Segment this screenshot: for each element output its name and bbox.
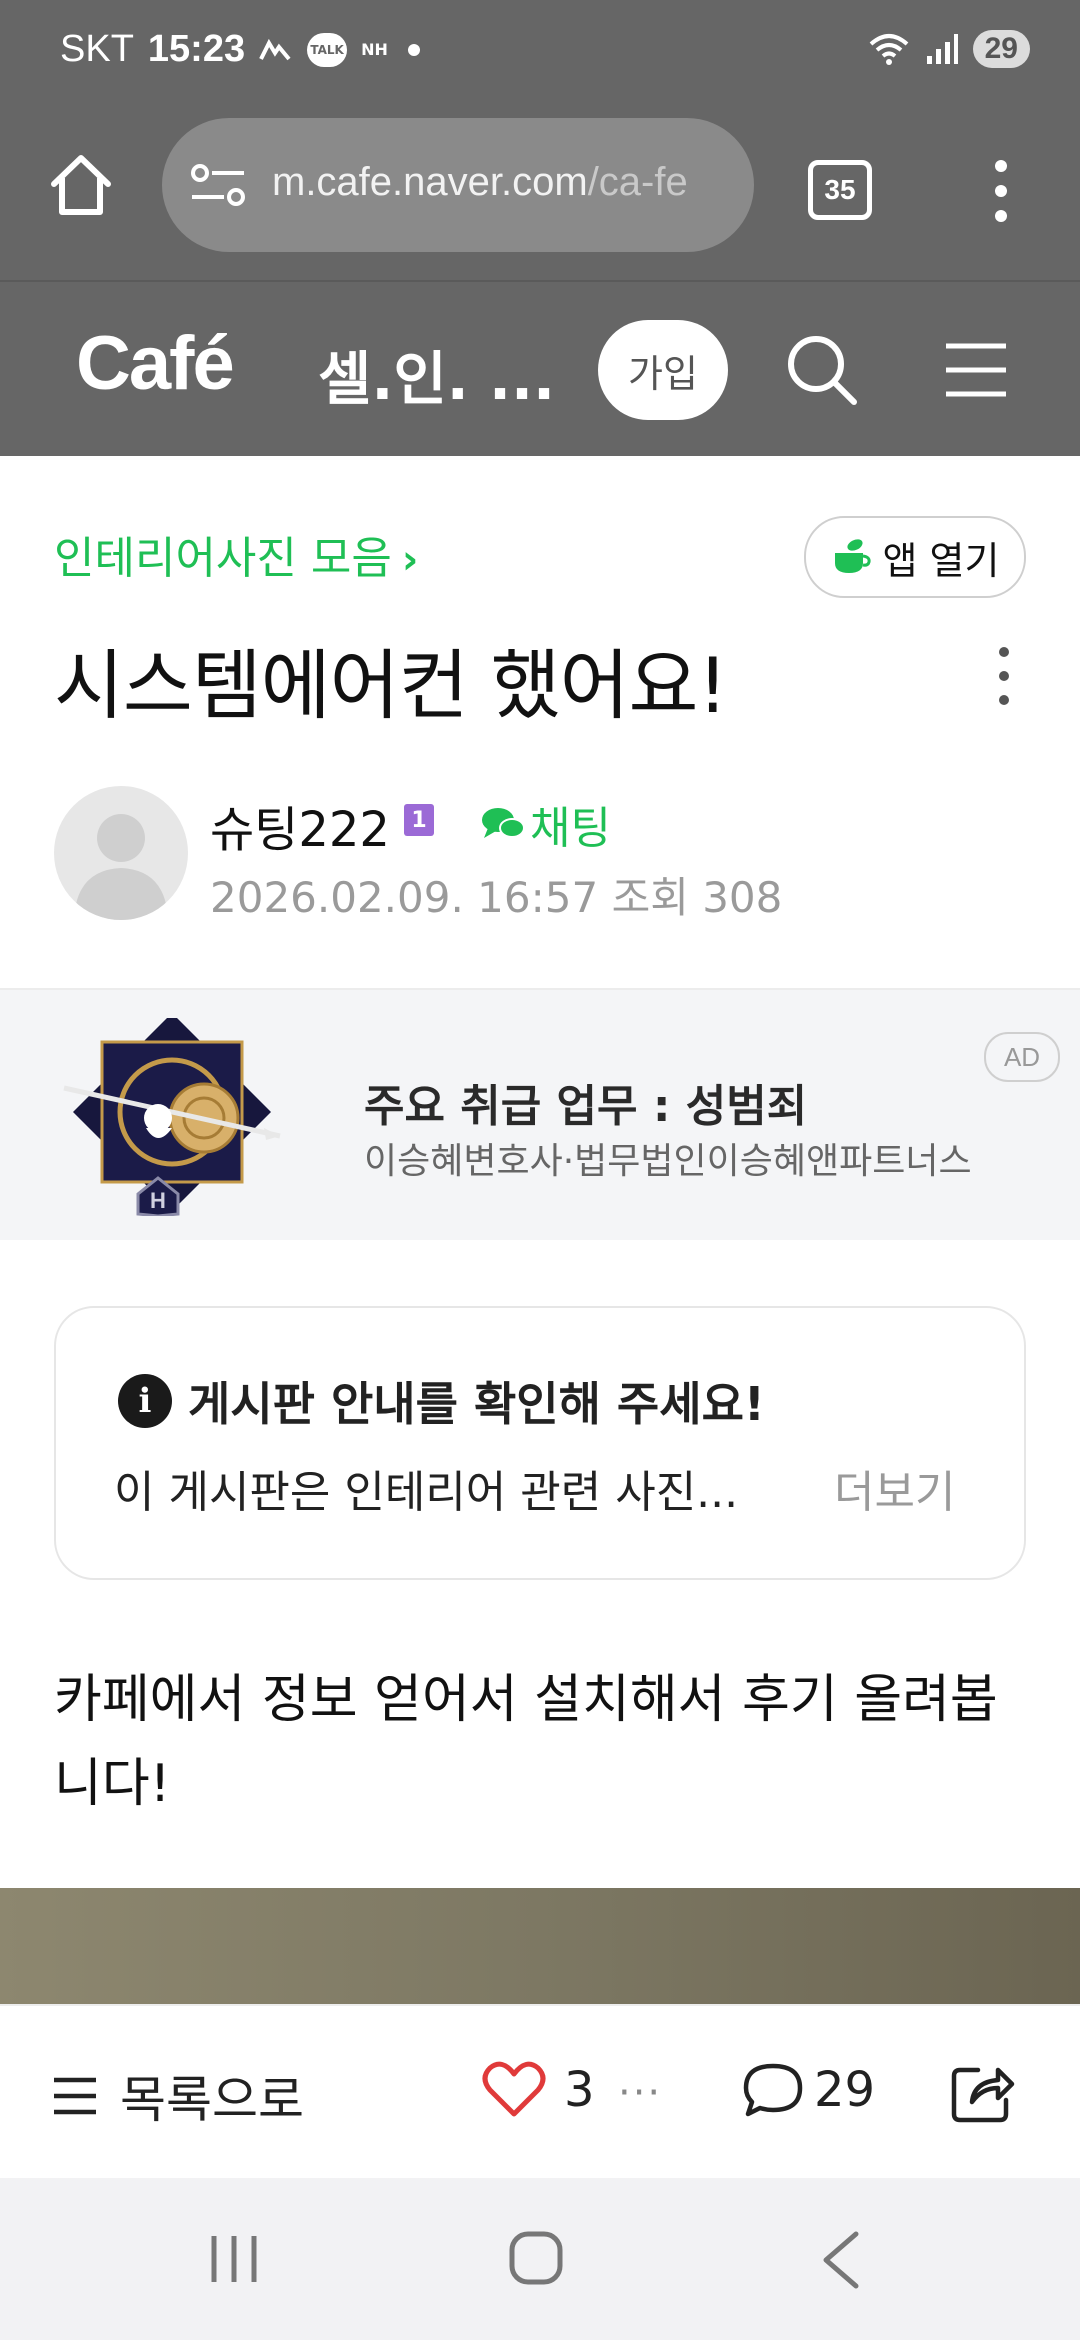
notice-more-link[interactable]: 더보기 (834, 1456, 955, 1520)
wifi-icon (869, 34, 908, 65)
nav-back-icon[interactable] (818, 2230, 862, 2290)
comment-count: 29 (814, 2062, 876, 2118)
notice-text: 이 게시판은 인테리어 관련 사진... (114, 1467, 739, 1518)
chat-label: 채팅 (530, 803, 611, 854)
default-profile-icon (74, 814, 168, 920)
more-vertical-icon[interactable] (986, 156, 1016, 226)
hamburger-menu-icon[interactable] (944, 338, 1008, 402)
carrier-label: SKT (60, 28, 134, 70)
app-open-button[interactable]: 앱 열기 (804, 516, 1026, 598)
like-more-button[interactable]: ··· (618, 2070, 662, 2116)
url-text[interactable]: m.cafe.naver.com/ca-fe (272, 160, 732, 205)
address-bar[interactable]: m.cafe.naver.com/ca-fe (162, 118, 754, 252)
cup-icon (834, 539, 871, 573)
ad-subtitle: 이승혜변호사·법무법인이승혜앤파트너스 (364, 1141, 972, 1182)
kakaotalk-icon: TALK (307, 32, 348, 67)
like-button[interactable]: 3 (482, 2060, 595, 2120)
nav-recent-icon[interactable] (206, 2232, 262, 2286)
post-title: 시스템에어컨 했어요! (54, 641, 728, 730)
tabs-icon[interactable]: 35 (808, 160, 872, 220)
nh-bank-icon: NH (361, 39, 388, 59)
ad-title: 주요 취급 업무 : 성범죄 (364, 1081, 808, 1132)
back-to-list-button[interactable]: 목록으로 (52, 2060, 304, 2132)
post-body: 카페에서 정보 얻어서 설치해서 후기 올려봅 니다! (54, 1658, 1034, 1826)
post-meta: 2026.02.09. 16:57 조회 308 (210, 873, 783, 922)
post-body-line: 카페에서 정보 얻어서 설치해서 후기 올려봅 (54, 1670, 998, 1730)
ad-badge: AD (984, 1032, 1060, 1082)
url-host: m.cafe.naver.com (272, 160, 588, 204)
list-label: 목록으로 (120, 2071, 304, 2129)
ad-banner[interactable]: H 주요 취급 업무 : 성범죄 이승혜변호사·법무법인이승혜앤파트너스 AD (0, 988, 1080, 1240)
share-icon[interactable] (950, 2060, 1016, 2124)
heart-icon (482, 2061, 546, 2117)
board-notice-card[interactable]: i 게시판 안내를 확인해 주세요! 이 게시판은 인테리어 관련 사진... … (54, 1306, 1026, 1580)
url-path: /ca-fe (587, 160, 688, 204)
notification-app-icon (259, 37, 293, 63)
home-icon[interactable] (46, 150, 116, 220)
board-link[interactable]: 인테리어사진 모음 › (54, 522, 418, 586)
notice-title: 게시판 안내를 확인해 주세요! (188, 1377, 765, 1431)
chat-icon (482, 808, 525, 838)
chevron-right-icon: › (401, 537, 419, 583)
law-firm-logo: H (63, 1018, 281, 1216)
browser-toolbar: m.cafe.naver.com/ca-fe 35 (0, 110, 1080, 282)
status-bar: SKT 15:23 TALK NH 29 (0, 0, 1080, 110)
system-navigation-bar (0, 2178, 1080, 2340)
search-icon[interactable] (784, 332, 860, 408)
battery-indicator: 29 (972, 30, 1030, 68)
comment-button[interactable]: 29 (742, 2060, 875, 2120)
site-settings-icon[interactable] (190, 163, 246, 207)
comment-icon (743, 2063, 803, 2117)
board-name: 인테리어사진 모음 (54, 533, 392, 584)
signal-icon (926, 34, 958, 64)
more-vertical-icon[interactable] (992, 644, 1016, 708)
info-icon: i (118, 1374, 172, 1428)
cafe-logo[interactable]: Café (76, 320, 235, 407)
list-icon (54, 2077, 96, 2115)
author-name[interactable]: 슈팅222 (210, 790, 390, 860)
chat-button[interactable]: 채팅 (480, 792, 611, 856)
more-notifications-dot (407, 43, 420, 56)
avatar[interactable] (54, 786, 188, 920)
member-level-badge: 1 (404, 804, 434, 836)
status-left: SKT 15:23 TALK NH (60, 28, 420, 71)
cafe-header: Café 셀.인. ... 가입 (0, 282, 1080, 456)
status-right: 29 (867, 30, 1030, 68)
app-open-label: 앱 열기 (882, 538, 1000, 583)
join-button[interactable]: 가입 (598, 320, 728, 420)
nav-home-icon[interactable] (508, 2230, 564, 2286)
svg-text:H: H (150, 1188, 166, 1213)
cafe-name[interactable]: 셀.인. ... (318, 332, 555, 416)
post-body-line: 니다! (54, 1754, 171, 1814)
post-action-bar: 목록으로 3 ··· 29 (0, 2004, 1080, 2180)
like-count: 3 (564, 2062, 595, 2118)
clock: 15:23 (147, 28, 246, 70)
post-image[interactable] (0, 1888, 1080, 2004)
